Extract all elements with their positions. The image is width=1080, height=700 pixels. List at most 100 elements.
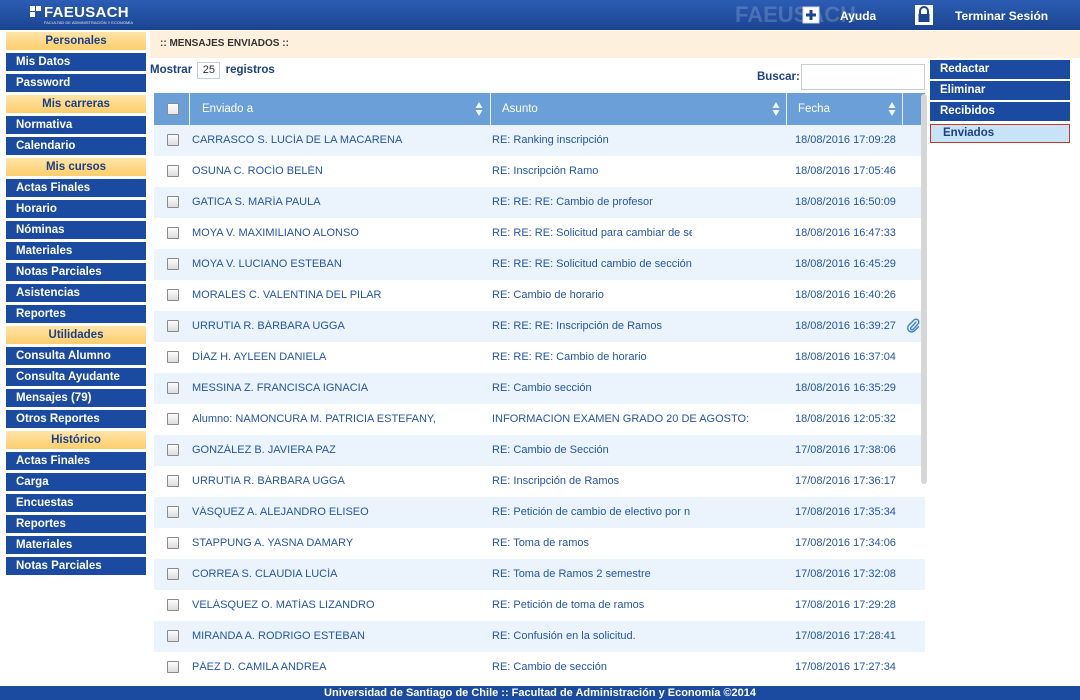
sidebar-item-mensajes[interactable]: Mensajes (79) xyxy=(6,389,146,407)
row-checkbox[interactable] xyxy=(167,165,179,177)
subject-link[interactable]: RE: Toma de ramos xyxy=(492,537,692,549)
table-row[interactable]: Alumno: NAMONCURA M. PATRICIA ESTEFANY, … xyxy=(154,404,925,435)
column-header-to[interactable]: Enviado a xyxy=(202,93,253,125)
sidebar-item-otros-reportes[interactable]: Otros Reportes xyxy=(6,410,146,428)
sidebar-item-actas-finales[interactable]: Actas Finales xyxy=(6,179,146,197)
table-row[interactable]: GONZÁLEZ B. JAVIERA PAZ RE: Cambio de Se… xyxy=(154,435,925,466)
table-row[interactable]: URRUTIA R. BÁRBARA UGGA RE: Inscripción … xyxy=(154,466,925,497)
sidebar-item-consulta-alumno[interactable]: Consulta Alumno xyxy=(6,347,146,365)
subject-link[interactable]: RE: Cambio sección xyxy=(492,382,692,394)
recipient-link[interactable]: MOYA V. LUCIANO ESTEBAN xyxy=(192,258,482,270)
recipient-link[interactable]: URRUTIA R. BÁRBARA UGGA xyxy=(192,320,482,332)
sidebar-item-historico-reportes[interactable]: Reportes xyxy=(6,515,146,533)
sidebar-item-nominas[interactable]: Nóminas xyxy=(6,221,146,239)
recipient-link[interactable]: VELÁSQUEZ O. MATÍAS LIZANDRO xyxy=(192,599,482,611)
subject-link[interactable]: RE: Cambio de sección xyxy=(492,661,692,673)
subject-link[interactable]: RE: Confusión en la solicitud. xyxy=(492,630,692,642)
row-checkbox[interactable] xyxy=(167,320,179,332)
table-row[interactable]: CARRASCO S. LUCÍA DE LA MACARENA RE: Ran… xyxy=(154,125,925,156)
sidebar-item-calendario[interactable]: Calendario xyxy=(6,137,146,155)
table-row[interactable]: MOYA V. LUCIANO ESTEBAN RE: RE: RE: Soli… xyxy=(154,249,925,280)
subject-link[interactable]: RE: RE: RE: Cambio de horario xyxy=(492,351,692,363)
table-row[interactable]: MIRANDA A. RODRIGO ESTEBAN RE: Confusión… xyxy=(154,621,925,652)
recipient-link[interactable]: MESSINA Z. FRANCISCA IGNACIA xyxy=(192,382,482,394)
recipient-link[interactable]: VÁSQUEZ A. ALEJANDRO ELISEO xyxy=(192,506,482,518)
sidebar-item-materiales[interactable]: Materiales xyxy=(6,242,146,260)
sort-icon[interactable] xyxy=(772,101,780,117)
table-row[interactable]: STAPPUNG A. YASNA DAMARY RE: Toma de ram… xyxy=(154,528,925,559)
logout-button[interactable]: Terminar Sesión xyxy=(913,4,1075,26)
column-header-date[interactable]: Fecha xyxy=(798,93,830,125)
inbox-button[interactable]: Recibidos xyxy=(930,102,1070,121)
sidebar-item-historico-notas-parciales[interactable]: Notas Parciales xyxy=(6,557,146,575)
subject-link[interactable]: RE: Cambio de Sección xyxy=(492,444,692,456)
recipient-link[interactable]: PÁEZ D. CAMILA ANDREA xyxy=(192,661,482,673)
row-checkbox[interactable] xyxy=(167,506,179,518)
recipient-link[interactable]: STAPPUNG A. YASNA DAMARY xyxy=(192,537,482,549)
sidebar-item-asistencias[interactable]: Asistencias xyxy=(6,284,146,302)
recipient-link[interactable]: CARRASCO S. LUCÍA DE LA MACARENA xyxy=(192,134,482,146)
sidebar-item-mis-datos[interactable]: Mis Datos xyxy=(6,53,146,71)
row-checkbox[interactable] xyxy=(167,661,179,673)
table-scrollbar[interactable] xyxy=(921,94,927,484)
table-row[interactable]: DÍAZ H. AYLEEN DANIELA RE: RE: RE: Cambi… xyxy=(154,342,925,373)
sidebar-item-carga[interactable]: Carga xyxy=(6,473,146,491)
recipient-link[interactable]: URRUTIA R. BÁRBARA UGGA xyxy=(192,475,482,487)
subject-link[interactable]: RE: RE: RE: Solicitud para cambiar de se xyxy=(492,227,692,239)
row-checkbox[interactable] xyxy=(167,599,179,611)
row-checkbox[interactable] xyxy=(167,475,179,487)
compose-button[interactable]: Redactar xyxy=(930,60,1070,79)
recipient-link[interactable]: GATICA S. MARÍA PAULA xyxy=(192,196,482,208)
sort-icon[interactable] xyxy=(475,101,483,117)
table-row[interactable]: MORALES C. VALENTINA DEL PILAR RE: Cambi… xyxy=(154,280,925,311)
table-row[interactable]: MESSINA Z. FRANCISCA IGNACIA RE: Cambio … xyxy=(154,373,925,404)
subject-link[interactable]: RE: Toma de Ramos 2 semestre xyxy=(492,568,692,580)
row-checkbox[interactable] xyxy=(167,568,179,580)
recipient-link[interactable]: DÍAZ H. AYLEEN DANIELA xyxy=(192,351,482,363)
page-length-select[interactable]: 25 xyxy=(197,62,221,79)
table-row[interactable]: URRUTIA R. BÁRBARA UGGA RE: RE: RE: Insc… xyxy=(154,311,925,342)
subject-link[interactable]: RE: Ranking inscripción xyxy=(492,134,692,146)
row-checkbox[interactable] xyxy=(167,444,179,456)
subject-link[interactable]: INFORMACIÓN EXAMEN GRADO 20 DE AGOSTO: xyxy=(492,413,782,425)
sidebar-item-normativa[interactable]: Normativa xyxy=(6,116,146,134)
recipient-link[interactable]: MOYA V. MAXIMILIANO ALONSO xyxy=(192,227,482,239)
subject-link[interactable]: RE: RE: RE: Inscripción de Ramos xyxy=(492,320,692,332)
subject-link[interactable]: RE: Cambio de horario xyxy=(492,289,692,301)
sidebar-item-encuestas[interactable]: Encuestas xyxy=(6,494,146,512)
row-checkbox[interactable] xyxy=(167,413,179,425)
recipient-link[interactable]: Alumno: NAMONCURA M. PATRICIA ESTEFANY, xyxy=(192,413,482,425)
row-checkbox[interactable] xyxy=(167,196,179,208)
subject-link[interactable]: RE: Inscripción de Ramos xyxy=(492,475,692,487)
subject-link[interactable]: RE: Petición de cambio de electivo por n xyxy=(492,506,692,518)
row-checkbox[interactable] xyxy=(167,630,179,642)
table-row[interactable]: GATICA S. MARÍA PAULA RE: RE: RE: Cambio… xyxy=(154,187,925,218)
attachment-icon[interactable] xyxy=(906,318,920,334)
subject-link[interactable]: RE: RE: RE: Solicitud cambio de sección xyxy=(492,258,692,270)
table-row[interactable]: CORREA S. CLAUDIA LUCÍA RE: Toma de Ramo… xyxy=(154,559,925,590)
row-checkbox[interactable] xyxy=(167,382,179,394)
subject-link[interactable]: RE: Petición de toma de ramos xyxy=(492,599,692,611)
sidebar-item-notas-parciales[interactable]: Notas Parciales xyxy=(6,263,146,281)
row-checkbox[interactable] xyxy=(167,227,179,239)
column-header-subject[interactable]: Asunto xyxy=(502,93,538,125)
sidebar-item-reportes[interactable]: Reportes xyxy=(6,305,146,323)
subject-link[interactable]: RE: Inscripción Ramo xyxy=(492,165,692,177)
delete-button[interactable]: Eliminar xyxy=(930,81,1070,100)
faeusach-logo[interactable]: FAEUSACH FACULTAD DE ADMINISTRACIÓN Y EC… xyxy=(30,4,145,26)
table-row[interactable]: MOYA V. MAXIMILIANO ALONSO RE: RE: RE: S… xyxy=(154,218,925,249)
sent-button[interactable]: Enviados xyxy=(930,124,1070,143)
recipient-link[interactable]: MIRANDA A. RODRIGO ESTEBAN xyxy=(192,630,482,642)
table-row[interactable]: PÁEZ D. CAMILA ANDREA RE: Cambio de secc… xyxy=(154,652,925,683)
row-checkbox[interactable] xyxy=(167,537,179,549)
row-checkbox[interactable] xyxy=(167,258,179,270)
recipient-link[interactable]: MORALES C. VALENTINA DEL PILAR xyxy=(192,289,482,301)
row-checkbox[interactable] xyxy=(167,134,179,146)
sidebar-item-password[interactable]: Password xyxy=(6,74,146,92)
table-row[interactable]: OSUNA C. ROCÍO BELÉN RE: Inscripción Ram… xyxy=(154,156,925,187)
search-input[interactable] xyxy=(801,64,925,90)
row-checkbox[interactable] xyxy=(167,351,179,363)
sort-icon[interactable] xyxy=(888,101,896,117)
sidebar-item-historico-actas-finales[interactable]: Actas Finales xyxy=(6,452,146,470)
sidebar-item-historico-materiales[interactable]: Materiales xyxy=(6,536,146,554)
